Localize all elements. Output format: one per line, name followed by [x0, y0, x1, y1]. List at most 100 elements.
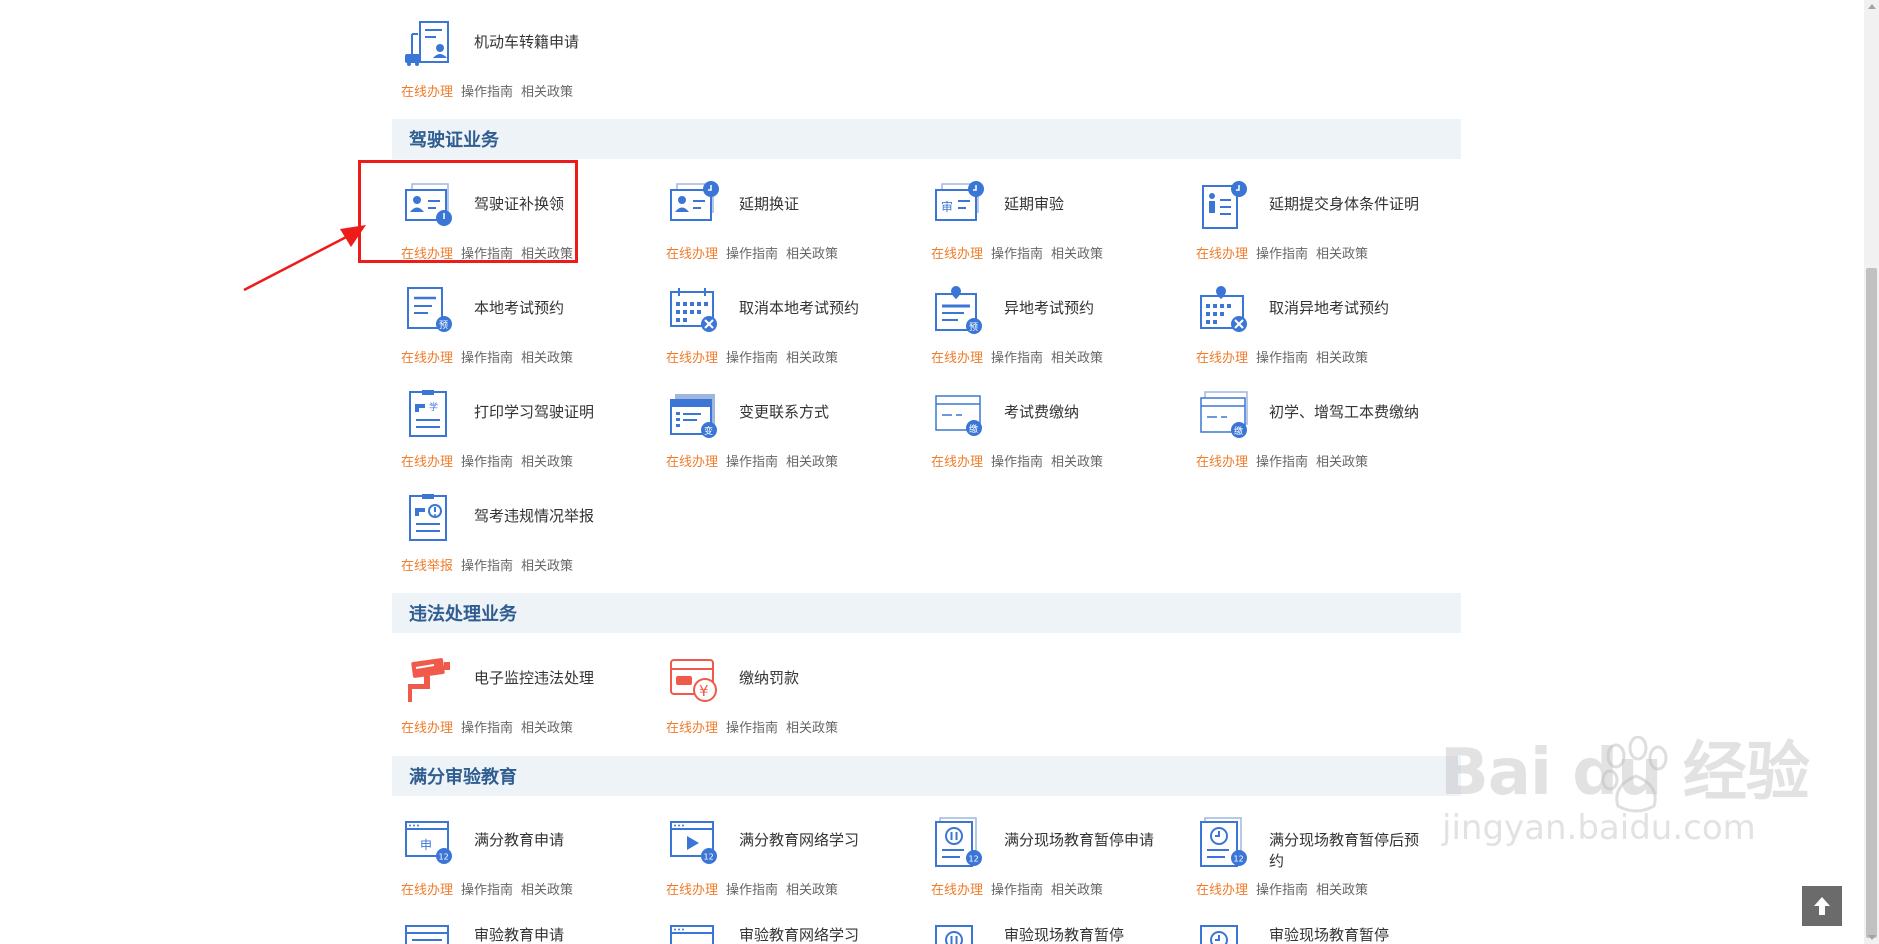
online-link[interactable]: 在线办理 — [666, 883, 718, 898]
online-report-link[interactable]: 在线举报 — [401, 559, 453, 574]
policy-link[interactable]: 相关政策 — [1316, 351, 1368, 366]
policy-link[interactable]: 相关政策 — [786, 721, 838, 736]
service-delay-health[interactable]: 延期提交身体条件证明 在线办理 操作指南 相关政策 — [1187, 176, 1427, 266]
service-title[interactable]: 满分现场教育暂停申请 — [1004, 830, 1154, 851]
service-title[interactable]: 取消异地考试预约 — [1269, 298, 1419, 319]
policy-link[interactable]: 相关政策 — [1051, 247, 1103, 262]
service-cancel-local-exam[interactable]: 取消本地考试预约 在线办理 操作指南 相关政策 — [657, 280, 897, 370]
online-link[interactable]: 在线办理 — [666, 721, 718, 736]
policy-link[interactable]: 相关政策 — [786, 883, 838, 898]
online-link[interactable]: 在线办理 — [666, 247, 718, 262]
service-exam-fee[interactable]: 缴 考试费缴纳 在线办理 操作指南 相关政策 — [922, 384, 1162, 474]
online-link[interactable]: 在线办理 — [666, 351, 718, 366]
policy-link[interactable]: 相关政策 — [786, 351, 838, 366]
vertical-scrollbar[interactable] — [1864, 0, 1879, 944]
scroll-thumb[interactable] — [1866, 268, 1877, 938]
policy-link[interactable]: 相关政策 — [521, 721, 573, 736]
service-full-onsite-pause[interactable]: 12 满分现场教育暂停申请 在线办理 操作指南 相关政策 — [922, 812, 1162, 902]
guide-link[interactable]: 操作指南 — [726, 721, 778, 736]
service-full-onsite-after[interactable]: 12 满分现场教育暂停后预约 在线办理 操作指南 相关政策 — [1187, 812, 1427, 902]
policy-link[interactable]: 相关政策 — [786, 247, 838, 262]
policy-link[interactable]: 相关政策 — [521, 883, 573, 898]
guide-link[interactable]: 操作指南 — [461, 85, 513, 100]
service-title[interactable]: 初学、增驾工本费缴纳 — [1269, 402, 1419, 423]
guide-link[interactable]: 操作指南 — [461, 883, 513, 898]
guide-link[interactable]: 操作指南 — [461, 559, 513, 574]
policy-link[interactable]: 相关政策 — [1051, 883, 1103, 898]
guide-link[interactable]: 操作指南 — [991, 351, 1043, 366]
guide-link[interactable]: 操作指南 — [726, 351, 778, 366]
service-title[interactable]: 审验现场教育暂停 — [1269, 925, 1419, 944]
guide-link[interactable]: 操作指南 — [1256, 351, 1308, 366]
service-title[interactable]: 电子监控违法处理 — [474, 668, 624, 689]
online-link[interactable]: 在线办理 — [401, 883, 453, 898]
policy-link[interactable]: 相关政策 — [1051, 351, 1103, 366]
online-link[interactable]: 在线办理 — [1196, 883, 1248, 898]
service-title[interactable]: 本地考试预约 — [474, 298, 624, 319]
online-link[interactable]: 在线办理 — [401, 85, 453, 100]
service-remote-exam[interactable]: 预 异地考试预约 在线办理 操作指南 相关政策 — [922, 280, 1162, 370]
service-title[interactable]: 审验教育网络学习 — [739, 925, 889, 944]
guide-link[interactable]: 操作指南 — [726, 247, 778, 262]
service-audit-edu-online[interactable]: 审验教育网络学习 — [657, 916, 897, 944]
scroll-up-arrow-icon[interactable] — [1868, 4, 1876, 9]
service-delay-inspect[interactable]: 审 延期审验 在线办理 操作指南 相关政策 — [922, 176, 1162, 266]
guide-link[interactable]: 操作指南 — [1256, 455, 1308, 470]
guide-link[interactable]: 操作指南 — [991, 455, 1043, 470]
service-vehicle-transfer[interactable]: 机动车转籍申请 在线办理 操作指南 相关政策 — [392, 14, 632, 104]
policy-link[interactable]: 相关政策 — [1316, 247, 1368, 262]
guide-link[interactable]: 操作指南 — [726, 455, 778, 470]
service-title[interactable]: 延期换证 — [739, 194, 889, 215]
service-title[interactable]: 变更联系方式 — [739, 402, 889, 423]
guide-link[interactable]: 操作指南 — [461, 721, 513, 736]
policy-link[interactable]: 相关政策 — [521, 559, 573, 574]
guide-link[interactable]: 操作指南 — [991, 883, 1043, 898]
scroll-down-arrow-icon[interactable] — [1868, 935, 1876, 940]
policy-link[interactable]: 相关政策 — [786, 455, 838, 470]
guide-link[interactable]: 操作指南 — [1256, 247, 1308, 262]
online-link[interactable]: 在线办理 — [401, 455, 453, 470]
service-title[interactable]: 考试费缴纳 — [1004, 402, 1154, 423]
guide-link[interactable]: 操作指南 — [461, 351, 513, 366]
guide-link[interactable]: 操作指南 — [1256, 883, 1308, 898]
service-title[interactable]: 异地考试预约 — [1004, 298, 1154, 319]
online-link[interactable]: 在线办理 — [931, 247, 983, 262]
service-title[interactable]: 延期提交身体条件证明 — [1269, 194, 1419, 215]
guide-link[interactable]: 操作指南 — [991, 247, 1043, 262]
online-link[interactable]: 在线办理 — [931, 455, 983, 470]
service-change-contact[interactable]: 变 变更联系方式 在线办理 操作指南 相关政策 — [657, 384, 897, 474]
back-to-top-button[interactable] — [1802, 886, 1842, 926]
service-title[interactable]: 审验现场教育暂停 — [1004, 925, 1154, 944]
service-full-edu-online[interactable]: 12 满分教育网络学习 在线办理 操作指南 相关政策 — [657, 812, 897, 902]
service-print-learning[interactable]: 学 打印学习驾驶证明 在线办理 操作指南 相关政策 — [392, 384, 632, 474]
service-camera-violation[interactable]: 电子监控违法处理 在线办理 操作指南 相关政策 — [392, 650, 632, 740]
service-title[interactable]: 满分教育申请 — [474, 830, 624, 851]
online-link[interactable]: 在线办理 — [401, 351, 453, 366]
service-title[interactable]: 驾考违规情况举报 — [474, 506, 624, 527]
service-full-edu-apply[interactable]: 申 12 满分教育申请 在线办理 操作指南 相关政策 — [392, 812, 632, 902]
policy-link[interactable]: 相关政策 — [521, 85, 573, 100]
service-first-fee[interactable]: 缴 初学、增驾工本费缴纳 在线办理 操作指南 相关政策 — [1187, 384, 1427, 474]
service-local-exam[interactable]: 预 本地考试预约 在线办理 操作指南 相关政策 — [392, 280, 632, 370]
online-link[interactable]: 在线办理 — [1196, 455, 1248, 470]
service-title[interactable]: 缴纳罚款 — [739, 668, 889, 689]
online-link[interactable]: 在线办理 — [401, 721, 453, 736]
online-link[interactable]: 在线办理 — [666, 455, 718, 470]
service-audit-edu-apply[interactable]: 审验教育申请 — [392, 916, 632, 944]
guide-link[interactable]: 操作指南 — [726, 883, 778, 898]
service-pay-fine[interactable]: ¥ 缴纳罚款 在线办理 操作指南 相关政策 — [657, 650, 897, 740]
service-delay-renew[interactable]: 延期换证 在线办理 操作指南 相关政策 — [657, 176, 897, 266]
service-title[interactable]: 延期审验 — [1004, 194, 1154, 215]
policy-link[interactable]: 相关政策 — [521, 455, 573, 470]
service-title[interactable]: 机动车转籍申请 — [474, 32, 624, 53]
online-link[interactable]: 在线办理 — [931, 883, 983, 898]
online-link[interactable]: 在线办理 — [1196, 247, 1248, 262]
guide-link[interactable]: 操作指南 — [461, 455, 513, 470]
service-title[interactable]: 满分现场教育暂停后预约 — [1269, 830, 1419, 872]
service-title[interactable]: 取消本地考试预约 — [739, 298, 889, 319]
policy-link[interactable]: 相关政策 — [521, 351, 573, 366]
service-title[interactable]: 审验教育申请 — [474, 925, 624, 944]
policy-link[interactable]: 相关政策 — [1316, 883, 1368, 898]
policy-link[interactable]: 相关政策 — [1051, 455, 1103, 470]
service-audit-onsite-after[interactable]: 审验现场教育暂停 — [1187, 916, 1427, 944]
